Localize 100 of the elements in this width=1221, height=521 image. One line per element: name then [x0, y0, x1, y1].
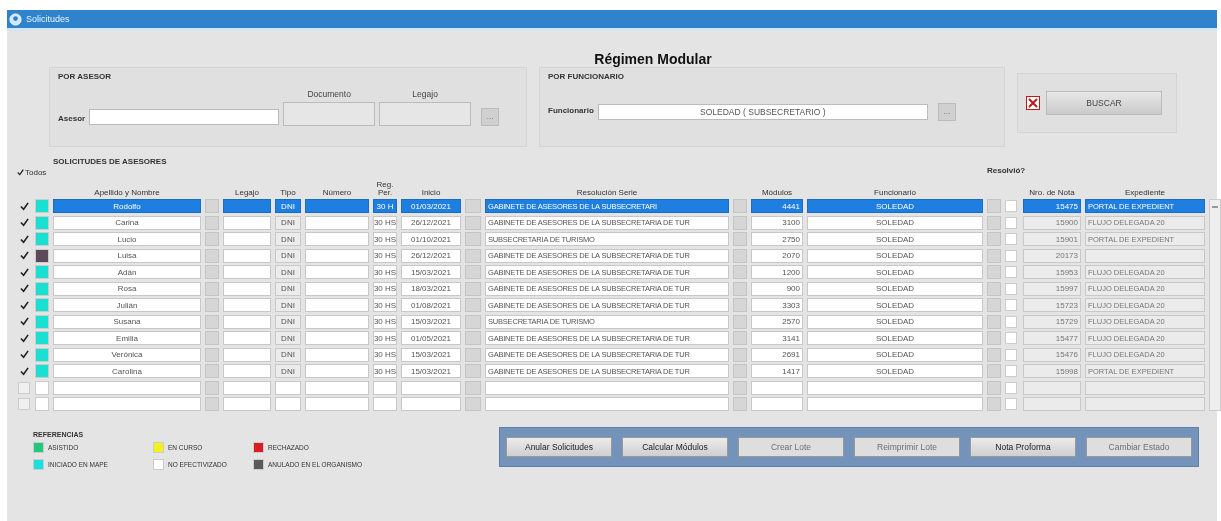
- row-button[interactable]: [205, 248, 219, 263]
- resolved-checkbox[interactable]: [1005, 200, 1017, 212]
- row-button[interactable]: [987, 331, 1001, 345]
- row-button[interactable]: [733, 298, 747, 312]
- row-button[interactable]: [205, 364, 219, 378]
- row-button[interactable]: [465, 215, 481, 230]
- row-button[interactable]: [465, 248, 481, 263]
- row-button[interactable]: [987, 314, 1001, 329]
- check-icon[interactable]: [19, 267, 29, 277]
- row-button[interactable]: [733, 347, 747, 362]
- check-icon[interactable]: [19, 333, 29, 343]
- row-button[interactable]: [465, 281, 481, 296]
- row-button[interactable]: [205, 347, 219, 362]
- column-header[interactable]: Resolución Serie: [485, 188, 729, 197]
- row-button[interactable]: [205, 232, 219, 246]
- row-button[interactable]: [733, 397, 747, 411]
- row-button[interactable]: [733, 364, 747, 378]
- row-button[interactable]: [205, 265, 219, 279]
- row-checkbox[interactable]: [18, 398, 30, 410]
- column-header[interactable]: Expediente: [1085, 188, 1205, 197]
- legajo-field[interactable]: [379, 102, 472, 126]
- scrollbar[interactable]: [1209, 199, 1221, 411]
- column-header[interactable]: Número: [305, 188, 369, 197]
- row-button[interactable]: [987, 232, 1001, 246]
- row-button[interactable]: [733, 281, 747, 296]
- row-button[interactable]: [733, 331, 747, 345]
- resolved-checkbox[interactable]: [1005, 332, 1017, 344]
- row-button[interactable]: [465, 397, 481, 411]
- check-icon[interactable]: [19, 284, 29, 293]
- check-icon[interactable]: [19, 218, 29, 227]
- action-button[interactable]: Nota Proforma: [970, 437, 1076, 457]
- resolved-checkbox[interactable]: [1005, 299, 1017, 311]
- check-icon[interactable]: [17, 168, 24, 176]
- check-icon[interactable]: [19, 366, 29, 376]
- resolved-checkbox[interactable]: [1005, 365, 1017, 377]
- row-button[interactable]: [733, 248, 747, 263]
- column-header[interactable]: Reg. Per.: [373, 180, 397, 197]
- column-header[interactable]: Módulos: [751, 188, 803, 197]
- row-button[interactable]: [205, 281, 219, 296]
- row-button[interactable]: [987, 215, 1001, 230]
- action-button[interactable]: Calcular Módulos: [622, 437, 728, 457]
- check-icon[interactable]: [19, 317, 29, 326]
- row-button[interactable]: [465, 331, 481, 345]
- resolved-checkbox[interactable]: [1005, 381, 1017, 394]
- resolved-checkbox[interactable]: [1005, 216, 1017, 229]
- resolved-checkbox[interactable]: [1005, 315, 1017, 328]
- resolved-checkbox[interactable]: [1005, 233, 1017, 245]
- row-button[interactable]: [987, 199, 1001, 213]
- row-button[interactable]: [987, 380, 1001, 395]
- check-icon[interactable]: [19, 251, 29, 260]
- lookup-button[interactable]: ...: [481, 108, 500, 126]
- column-header[interactable]: Inicio: [401, 188, 461, 197]
- check-icon[interactable]: [19, 350, 29, 359]
- row-button[interactable]: [733, 215, 747, 230]
- column-header[interactable]: Nro. de Nota: [1023, 188, 1081, 197]
- column-header[interactable]: Legajo: [223, 188, 271, 197]
- row-button[interactable]: [733, 314, 747, 329]
- row-button[interactable]: [205, 215, 219, 230]
- check-icon[interactable]: [19, 234, 29, 244]
- row-button[interactable]: [205, 199, 219, 213]
- row-button[interactable]: [465, 380, 481, 395]
- asesor-field[interactable]: [89, 109, 280, 125]
- check-icon[interactable]: [19, 201, 29, 211]
- column-header[interactable]: Apellido y Nombre: [53, 188, 201, 197]
- row-button[interactable]: [205, 380, 219, 395]
- documento-field[interactable]: [283, 102, 376, 126]
- funcionario-field[interactable]: SOLEDAD ( SUBSECRETARIO ): [597, 104, 928, 120]
- row-button[interactable]: [205, 397, 219, 411]
- row-button[interactable]: [465, 298, 481, 312]
- row-button[interactable]: [987, 397, 1001, 411]
- row-button[interactable]: [205, 331, 219, 345]
- row-button[interactable]: [733, 265, 747, 279]
- row-button[interactable]: [465, 265, 481, 279]
- row-button[interactable]: [987, 281, 1001, 296]
- resolved-checkbox[interactable]: [1005, 266, 1017, 278]
- row-button[interactable]: [987, 265, 1001, 279]
- row-checkbox[interactable]: [18, 381, 30, 394]
- action-button[interactable]: Anular Solicitudes: [506, 437, 612, 457]
- column-header[interactable]: Tipo: [275, 188, 301, 197]
- search-button[interactable]: BUSCAR: [1046, 91, 1162, 115]
- row-button[interactable]: [465, 232, 481, 246]
- row-button[interactable]: [733, 199, 747, 213]
- check-icon[interactable]: [19, 300, 29, 310]
- resolved-checkbox[interactable]: [1005, 249, 1017, 262]
- row-button[interactable]: [987, 248, 1001, 263]
- row-button[interactable]: [205, 314, 219, 329]
- resolved-checkbox[interactable]: [1005, 282, 1017, 295]
- row-button[interactable]: [465, 199, 481, 213]
- row-button[interactable]: [465, 347, 481, 362]
- row-button[interactable]: [465, 364, 481, 378]
- row-button[interactable]: [733, 232, 747, 246]
- lookup-button[interactable]: ...: [937, 103, 956, 121]
- row-button[interactable]: [987, 364, 1001, 378]
- row-button[interactable]: [987, 347, 1001, 362]
- column-header[interactable]: Funcionario: [807, 188, 983, 197]
- row-button[interactable]: [465, 314, 481, 329]
- row-button[interactable]: [205, 298, 219, 312]
- row-button[interactable]: [987, 298, 1001, 312]
- resolved-checkbox[interactable]: [1005, 348, 1017, 361]
- row-button[interactable]: [733, 380, 747, 395]
